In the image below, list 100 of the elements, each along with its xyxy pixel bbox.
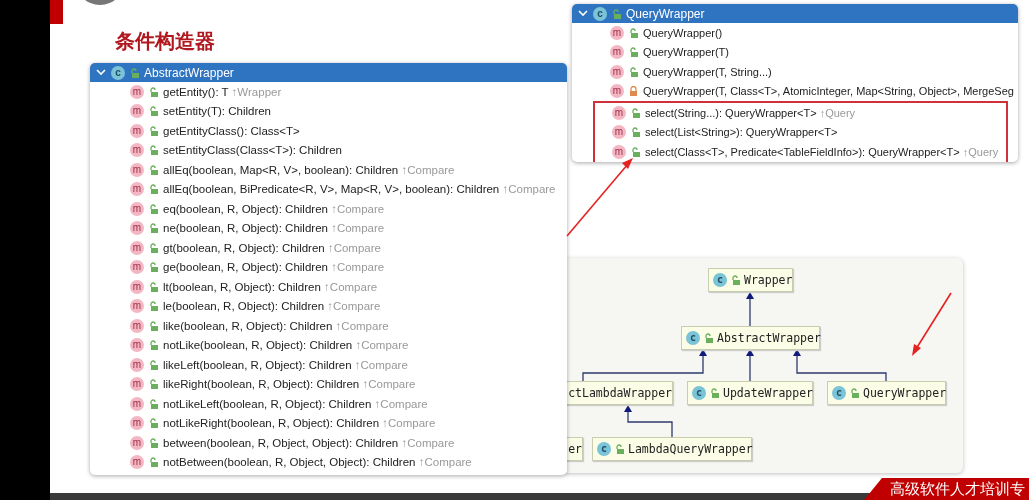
method-item[interactable]: m notBetween(boolean, R, Object, Object): Children ↑Compare: [90, 452, 567, 472]
class-icon: c: [692, 386, 706, 400]
method-icon: m: [612, 125, 626, 140]
class-name: ctLambdaWrapper: [568, 386, 672, 400]
method-icon: m: [130, 162, 144, 177]
method-item[interactable]: m select(Class<T>, Predicate<TableFieldInfo>): QueryWrapper<T> ↑Query: [595, 142, 1006, 162]
class-icon: c: [832, 386, 846, 400]
method-icon: m: [130, 123, 144, 138]
method-signature: notLike(boolean, R, Object): Children ↑Compare: [163, 339, 409, 352]
class-name: Wrapper: [744, 273, 793, 287]
method-signature: likeLeft(boolean, R, Object): Children ↑Compare: [163, 358, 408, 371]
inheritance-arrow: [746, 292, 754, 327]
method-item[interactable]: m between(boolean, R, Object, Object): Children ↑Compare: [90, 433, 567, 453]
class-icon: c: [111, 65, 125, 80]
method-signature: notLikeRight(boolean, R, Object): Children ↑Compare: [163, 417, 436, 430]
method-signature: select(Class<T>, Predicate<TableFieldInfo>): QueryWrapper<T> ↑Query: [645, 145, 999, 158]
method-icon: m: [130, 143, 144, 158]
slide-title: 条件构造器: [115, 28, 215, 55]
unlocked-padlock-icon: [130, 67, 139, 78]
class-name: QueryWrapper: [863, 386, 947, 400]
method-item[interactable]: m lt(boolean, R, Object): Children ↑Compare: [90, 277, 567, 297]
method-signature: QueryWrapper(T, Class<T>, AtomicInteger, Map<String, Object>, MergeSeg: [643, 85, 1014, 98]
class-header[interactable]: c AbstractWrapper: [90, 63, 567, 82]
method-icon: m: [130, 84, 144, 99]
method-item[interactable]: m gt(boolean, R, Object): Children ↑Compare: [90, 238, 567, 258]
method-icon: m: [130, 299, 144, 314]
method-item[interactable]: m QueryWrapper(T): [572, 42, 1018, 62]
method-icon: m: [130, 318, 144, 333]
method-signature: eq(boolean, R, Object): Children ↑Compare: [163, 202, 385, 215]
method-item[interactable]: m setEntityClass(Class<T>): Children: [90, 140, 567, 160]
method-signature: setEntity(T): Children: [163, 105, 271, 118]
inheritance-arrow: [624, 405, 673, 438]
method-signature: like(boolean, R, Object): Children ↑Compare: [163, 319, 389, 332]
method-item[interactable]: m QueryWrapper(T, String...): [572, 62, 1018, 82]
class-name: AbstractWrapper: [717, 331, 821, 345]
annotation-arrow: [912, 292, 952, 356]
method-item[interactable]: m notLikeRight(boolean, R, Object): Children ↑Compare: [90, 413, 567, 433]
method-icon: m: [130, 357, 144, 372]
method-signature: QueryWrapper(): [643, 26, 723, 39]
method-icon: m: [130, 455, 144, 470]
method-signature: likeRight(boolean, R, Object): Children ↑Compare: [163, 378, 416, 391]
method-icon: m: [130, 416, 144, 431]
class-name: er: [568, 442, 582, 456]
logo-mark: [50, 0, 63, 24]
method-item[interactable]: m eq(boolean, R, Object): Children ↑Compare: [90, 199, 567, 219]
method-icon: m: [612, 144, 626, 159]
method-icon: m: [130, 182, 144, 197]
method-signature: between(boolean, R, Object, Object): Children ↑Compare: [163, 436, 455, 449]
method-icon: m: [130, 338, 144, 353]
unlocked-padlock-icon: [704, 333, 713, 343]
method-signature: allEq(boolean, BiPredicate<R, V>, Map<R, V>, boolean): Children ↑Compare: [163, 183, 556, 196]
method-item[interactable]: m notLike(boolean, R, Object): Children ↑Compare: [90, 335, 567, 355]
method-signature: getEntity(): T ↑Wrapper: [163, 85, 282, 98]
method-icon: m: [610, 84, 624, 99]
method-item[interactable]: m select(List<String>): QueryWrapper<T>: [595, 122, 1006, 142]
method-item[interactable]: m likeLeft(boolean, R, Object): Children ↑Compare: [90, 355, 567, 375]
class-icon: c: [713, 273, 727, 287]
class-header[interactable]: c QueryWrapper: [572, 4, 1018, 23]
method-signature: lt(boolean, R, Object): Children ↑Compare: [163, 280, 378, 293]
method-item[interactable]: m setEntity(T): Children: [90, 101, 567, 121]
method-icon: m: [130, 221, 144, 236]
method-item[interactable]: m QueryWrapper(): [572, 23, 1018, 43]
method-item[interactable]: m QueryWrapper(T, Class<T>, AtomicInteger, Map<String, Object>, MergeSeg: [572, 81, 1018, 101]
footer-banner: 高级软件人才培训专: [864, 478, 1029, 500]
method-icon: m: [130, 396, 144, 411]
method-item[interactable]: m ge(boolean, R, Object): Children ↑Compare: [90, 257, 567, 277]
unlocked-padlock-icon: [615, 444, 624, 454]
method-item[interactable]: m likeRight(boolean, R, Object): Children ↑Compare: [90, 374, 567, 394]
method-item[interactable]: m le(boolean, R, Object): Children ↑Compare: [90, 296, 567, 316]
method-item[interactable]: m getEntityClass(): Class<T>: [90, 121, 567, 141]
method-icon: m: [610, 25, 624, 40]
class-name: AbstractWrapper: [144, 65, 234, 80]
class-name: UpdateWrapper: [723, 386, 813, 400]
class-icon: c: [593, 6, 607, 21]
method-signature: QueryWrapper(T): [643, 46, 729, 59]
method-signature: allEq(boolean, Map<R, V>, boolean): Children ↑Compare: [163, 163, 455, 176]
method-signature: select(String...): QueryWrapper<T> ↑Query: [645, 106, 856, 119]
method-signature: ge(boolean, R, Object): Children ↑Compare: [163, 261, 385, 274]
method-icon: m: [612, 105, 626, 120]
method-signature: setEntityClass(Class<T>): Children: [163, 144, 342, 157]
chevron-icon[interactable]: [96, 69, 106, 76]
method-icon: m: [130, 104, 144, 119]
unlocked-padlock-icon: [612, 8, 621, 19]
class-name: QueryWrapper: [626, 6, 705, 21]
method-item[interactable]: m allEq(boolean, BiPredicate<R, V>, Map<R, V>, boolean): Children ↑Compare: [90, 179, 567, 199]
method-item[interactable]: m notLikeLeft(boolean, R, Object): Children ↑Compare: [90, 394, 567, 414]
method-signature: getEntityClass(): Class<T>: [163, 124, 300, 137]
class-icon: c: [686, 331, 700, 345]
method-item[interactable]: m select(String...): QueryWrapper<T> ↑Query: [595, 103, 1006, 123]
method-item[interactable]: m getEntity(): T ↑Wrapper: [90, 82, 567, 102]
method-icon: m: [130, 260, 144, 275]
method-item[interactable]: m like(boolean, R, Object): Children ↑Compare: [90, 316, 567, 336]
method-icon: m: [610, 64, 624, 79]
method-icon: m: [130, 240, 144, 255]
method-icon: m: [610, 45, 624, 60]
method-item[interactable]: m allEq(boolean, Map<R, V>, boolean): Children ↑Compare: [90, 160, 567, 180]
chevron-icon[interactable]: [578, 10, 588, 17]
method-signature: ne(boolean, R, Object): Children ↑Compare: [163, 222, 385, 235]
method-item[interactable]: m ne(boolean, R, Object): Children ↑Compare: [90, 218, 567, 238]
unlocked-padlock-icon: [710, 388, 719, 398]
